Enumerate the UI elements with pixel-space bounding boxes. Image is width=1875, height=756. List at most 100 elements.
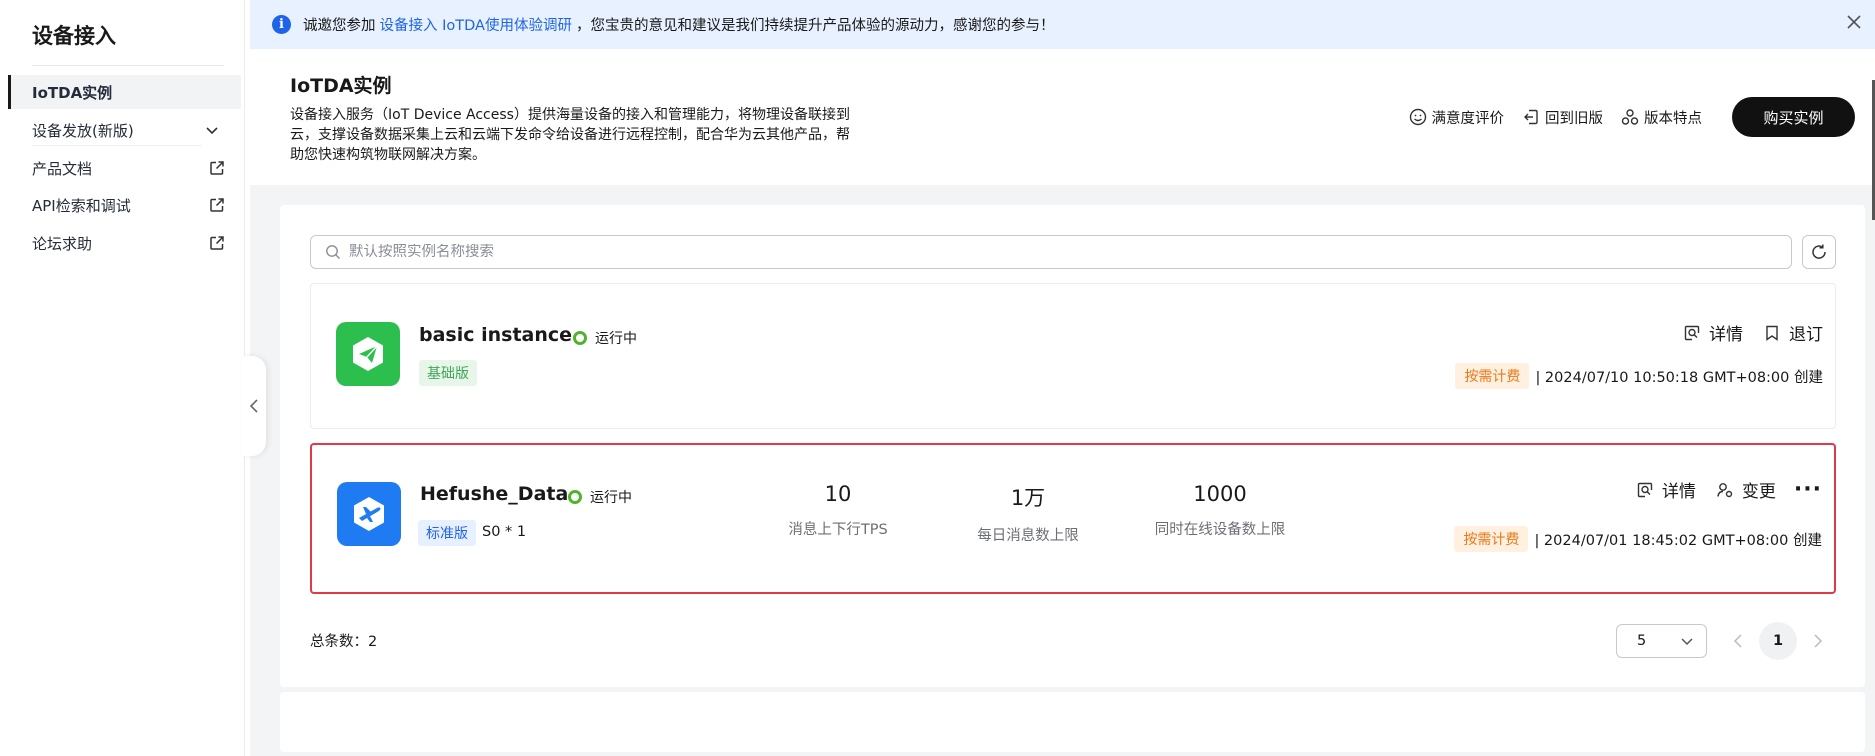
page-title: IoTDA实例 bbox=[290, 75, 392, 97]
notice-suffix: ，您宝贵的意见和建议是我们持续提升产品体验的源动力，感谢您的参与！ bbox=[575, 18, 1055, 34]
metric-value: 1万 bbox=[1010, 486, 1046, 510]
details-label: 详情 bbox=[1709, 325, 1743, 345]
chevron-left-icon bbox=[249, 399, 258, 413]
change-label: 变更 bbox=[1741, 482, 1776, 502]
metric-label: 同时在线设备数上限 bbox=[1154, 522, 1286, 538]
instance-logo bbox=[336, 322, 400, 386]
features-icon bbox=[1621, 109, 1639, 125]
instance-ops: 详情 变更 ··· bbox=[1616, 477, 1822, 502]
status-label: 运行中 bbox=[590, 490, 632, 506]
sidebar-item-iotda-instance[interactable]: IoTDA实例 bbox=[8, 75, 241, 109]
sidebar-title: 设备接入 bbox=[32, 24, 116, 48]
external-link-icon bbox=[210, 161, 224, 175]
edition-badge: 标准版 bbox=[418, 520, 476, 546]
page-size-select[interactable]: 5 bbox=[1616, 624, 1707, 658]
airplane-icon bbox=[354, 497, 384, 531]
close-icon[interactable] bbox=[1845, 13, 1863, 31]
page-size-value: 5 bbox=[1637, 633, 1647, 649]
created-time: | 2024/07/10 10:50:18 GMT+08:00 创建 bbox=[1535, 369, 1823, 386]
info-icon: i bbox=[272, 15, 291, 34]
notice-prefix: 诚邀您参加 bbox=[303, 18, 376, 34]
smile-icon bbox=[1409, 108, 1426, 126]
metric-value: 1000 bbox=[1193, 482, 1247, 506]
return-icon bbox=[1524, 109, 1538, 125]
sidebar-item-api-explorer[interactable]: API检索和调试 bbox=[8, 188, 241, 222]
sidebar-item-label: 论坛求助 bbox=[32, 234, 93, 253]
details-icon bbox=[1637, 482, 1653, 497]
instance-search-box[interactable] bbox=[310, 235, 1792, 269]
survey-link[interactable]: 设备接入 IoTDA使用体验调研 bbox=[380, 14, 572, 35]
chevron-down-icon bbox=[206, 127, 218, 135]
external-link-icon bbox=[210, 236, 224, 250]
more-options-icon[interactable]: ··· bbox=[1794, 477, 1822, 502]
billing-badge: 按需计费 bbox=[1454, 526, 1529, 552]
search-input[interactable] bbox=[349, 244, 1791, 260]
buy-instance-button[interactable]: 购买实例 bbox=[1732, 97, 1855, 137]
features-label: 版本特点 bbox=[1644, 110, 1702, 127]
refresh-button[interactable] bbox=[1802, 235, 1836, 269]
search-icon bbox=[326, 245, 340, 259]
instance-card-hefushe[interactable]: Hefushe_Data 运行中 标准版 S0 * 1 10 消息上下行TPS … bbox=[310, 443, 1836, 594]
status-dot bbox=[568, 490, 582, 504]
next-page-button[interactable] bbox=[1801, 624, 1835, 658]
instance-ops: 详情 退订 bbox=[1663, 320, 1823, 345]
status-dot bbox=[573, 331, 587, 345]
change-icon bbox=[1717, 482, 1733, 497]
unsubscribe-button[interactable]: 退订 bbox=[1763, 320, 1823, 345]
refresh-icon bbox=[1812, 244, 1826, 259]
chevron-right-icon bbox=[1814, 634, 1823, 648]
prev-page-button[interactable] bbox=[1721, 624, 1755, 658]
page-header: IoTDA实例 设备接入服务（IoT Device Access）提供海量设备的… bbox=[250, 49, 1875, 185]
created-time: | 2024/07/01 18:45:02 GMT+08:00 创建 bbox=[1534, 532, 1822, 549]
paper-plane-icon bbox=[353, 337, 383, 371]
page-description: 设备接入服务（IoT Device Access）提供海量设备的接入和管理能力，… bbox=[290, 107, 850, 163]
current-page[interactable]: 1 bbox=[1759, 622, 1797, 660]
instance-name[interactable]: basic instance bbox=[419, 324, 572, 346]
sidebar-divider bbox=[32, 65, 224, 66]
sidebar-item-device-provisioning[interactable]: 设备发放(新版) bbox=[8, 113, 241, 147]
survey-notice-banner: i 诚邀您参加 设备接入 IoTDA使用体验调研 ，您宝贵的意见和建议是我们持续… bbox=[250, 0, 1875, 49]
external-link-icon bbox=[210, 198, 224, 212]
total-count: 总条数：2 bbox=[310, 634, 378, 650]
details-label: 详情 bbox=[1661, 482, 1696, 502]
details-button[interactable]: 详情 bbox=[1636, 477, 1696, 502]
old-version-label: 回到旧版 bbox=[1545, 110, 1603, 127]
instance-billing: 按需计费 | 2024/07/01 18:45:02 GMT+08:00 创建 bbox=[1454, 526, 1822, 552]
sidebar-item-label: IoTDA实例 bbox=[32, 83, 113, 102]
details-icon bbox=[1684, 325, 1700, 340]
change-button[interactable]: 变更 bbox=[1716, 477, 1776, 502]
sidebar-item-label: 产品文档 bbox=[32, 159, 93, 178]
sidebar: 设备接入 IoTDA实例 设备发放(新版) 产品文档 API检索和调试 论坛求助 bbox=[0, 0, 245, 756]
features-button[interactable]: 版本特点 bbox=[1621, 107, 1702, 128]
bottom-card bbox=[280, 692, 1865, 752]
instance-spec: S0 * 1 bbox=[482, 524, 527, 540]
sidebar-separator bbox=[32, 145, 202, 146]
satisfaction-button[interactable]: 满意度评价 bbox=[1409, 107, 1505, 128]
status-label: 运行中 bbox=[595, 331, 637, 347]
edition-badge: 基础版 bbox=[419, 360, 477, 386]
instance-card-basic[interactable]: basic instance 运行中 基础版 详情 退订 按需计费 | 2024… bbox=[310, 283, 1836, 429]
sidebar-item-product-docs[interactable]: 产品文档 bbox=[8, 151, 241, 185]
chevron-left-icon bbox=[1733, 634, 1742, 648]
unsubscribe-label: 退订 bbox=[1789, 325, 1823, 345]
chevron-down-icon bbox=[1681, 638, 1693, 646]
metric-value: 10 bbox=[824, 482, 852, 506]
metric-label: 消息上下行TPS bbox=[788, 522, 888, 538]
billing-badge: 按需计费 bbox=[1455, 363, 1530, 389]
sidebar-item-label: 设备发放(新版) bbox=[32, 121, 134, 140]
old-version-button[interactable]: 回到旧版 bbox=[1522, 107, 1603, 128]
instance-logo bbox=[337, 482, 401, 546]
bookmark-icon bbox=[1766, 325, 1778, 341]
metric-online-devices: 1000 同时在线设备数上限 bbox=[1130, 482, 1310, 539]
instance-status: 运行中 bbox=[573, 328, 637, 348]
metric-tps: 10 消息上下行TPS bbox=[748, 482, 928, 539]
metric-daily-messages: 1万 每日消息数上限 bbox=[938, 482, 1118, 545]
sidebar-item-forum[interactable]: 论坛求助 bbox=[8, 226, 241, 260]
satisfaction-label: 满意度评价 bbox=[1431, 110, 1505, 127]
instance-name[interactable]: Hefushe_Data bbox=[420, 483, 568, 505]
sidebar-collapse-toggle[interactable] bbox=[242, 356, 266, 456]
details-button[interactable]: 详情 bbox=[1683, 320, 1743, 345]
header-actions: 满意度评价 回到旧版 版本特点 购买实例 bbox=[1409, 97, 1855, 137]
instance-billing: 按需计费 | 2024/07/10 10:50:18 GMT+08:00 创建 bbox=[1455, 363, 1823, 389]
instance-status: 运行中 bbox=[568, 487, 632, 507]
